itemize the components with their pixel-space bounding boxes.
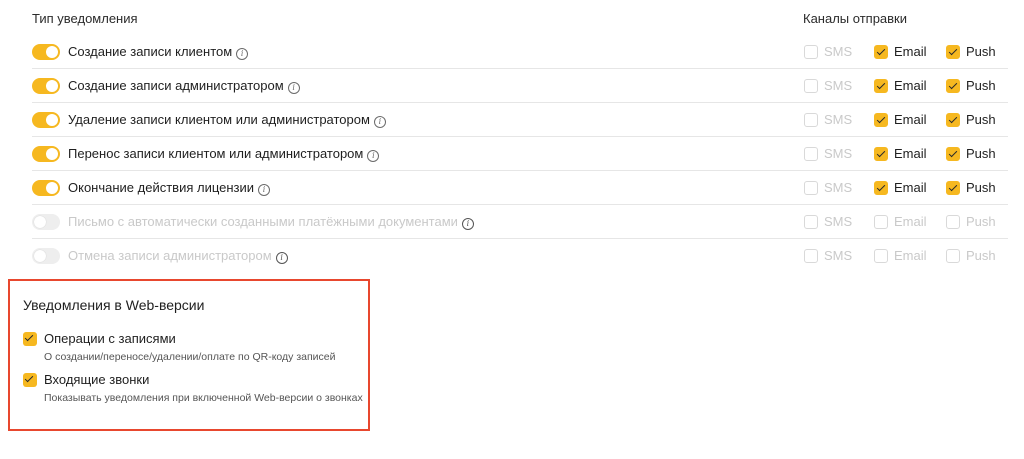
notification-row: Отмена записи администратором i SMS Email…	[32, 239, 1008, 273]
toggle-knob	[34, 216, 46, 228]
push-label: Push	[966, 44, 996, 59]
checkbox-box	[946, 215, 960, 229]
push-label: Push	[966, 112, 996, 127]
notification-row: Удаление записи клиентом или администрат…	[32, 103, 1008, 137]
web-notifications-section: Уведомления в Web-версии Операции с запи…	[8, 279, 370, 431]
notification-label: Окончание действия лицензии i	[68, 180, 271, 196]
info-icon[interactable]: i	[367, 150, 380, 162]
push-label: Push	[966, 146, 996, 161]
toggle-switch[interactable]	[32, 146, 60, 162]
checkbox-box	[946, 249, 960, 263]
notification-label-text: Отмена записи администратором	[68, 248, 272, 263]
toggle-switch[interactable]	[32, 44, 60, 60]
toggle-knob	[46, 80, 58, 92]
checkbox-box[interactable]	[23, 373, 37, 387]
push-label: Push	[966, 214, 996, 229]
toggle-knob	[46, 114, 58, 126]
sms-label: SMS	[824, 78, 853, 93]
checkbox-box	[804, 215, 818, 229]
info-icon[interactable]: i	[236, 48, 249, 60]
checkbox-box	[874, 147, 888, 161]
info-icon[interactable]: i	[258, 184, 271, 196]
checkbox-box	[946, 181, 960, 195]
toggle-knob	[46, 148, 58, 160]
notification-row: Создание записи администратором i SMS Ema…	[32, 69, 1008, 103]
notification-row: Письмо с автоматически созданными платёж…	[32, 205, 1008, 239]
toggle-switch[interactable]	[32, 214, 60, 230]
sms-label: SMS	[824, 112, 853, 127]
notification-label: Отмена записи администратором i	[68, 248, 288, 264]
notification-label-text: Окончание действия лицензии	[68, 180, 255, 195]
checkbox-box	[946, 79, 960, 93]
checkbox-box	[946, 45, 960, 59]
checkbox-box	[874, 113, 888, 127]
sms-label: SMS	[824, 214, 853, 229]
checkbox-box	[946, 147, 960, 161]
checkbox-box	[874, 181, 888, 195]
checkbox-box	[804, 113, 818, 127]
checkbox-box[interactable]	[23, 332, 37, 346]
info-icon[interactable]: i	[373, 116, 386, 128]
toggle-switch[interactable]	[32, 248, 60, 264]
web-option-label: Операции с записями	[44, 331, 176, 346]
checkbox-box	[874, 215, 888, 229]
sms-label: SMS	[824, 248, 853, 263]
toggle-knob	[46, 46, 58, 58]
sms-label: SMS	[824, 44, 853, 59]
toggle-knob	[46, 182, 58, 194]
notification-label-text: Письмо с автоматически созданными платёж…	[68, 214, 458, 229]
checkbox-box	[946, 113, 960, 127]
email-label: Email	[894, 146, 927, 161]
checkbox-box	[874, 249, 888, 263]
push-label: Push	[966, 248, 996, 263]
checkbox-box	[874, 45, 888, 59]
checkbox-box	[804, 147, 818, 161]
notification-row: Создание записи клиентом i SMS Email Push	[32, 35, 1008, 69]
notification-row: Перенос записи клиентом или администрато…	[32, 137, 1008, 171]
email-label: Email	[894, 180, 927, 195]
sms-label: SMS	[824, 146, 853, 161]
notification-label: Создание записи клиентом i	[68, 44, 249, 60]
toggle-switch[interactable]	[32, 78, 60, 94]
web-option-label: Входящие звонки	[44, 372, 150, 387]
checkbox-box	[804, 249, 818, 263]
toggle-switch[interactable]	[32, 180, 60, 196]
checkbox-box	[874, 79, 888, 93]
notification-label-text: Создание записи клиентом	[68, 44, 233, 59]
notification-label-text: Перенос записи клиентом или администрато…	[68, 146, 364, 161]
notification-label-text: Создание записи администратором	[68, 78, 284, 93]
notification-label: Перенос записи клиентом или администрато…	[68, 146, 380, 162]
channels-header: Каналы отправки	[803, 11, 908, 26]
web-section-title: Уведомления в Web-версии	[23, 297, 205, 313]
email-label: Email	[894, 248, 927, 263]
notification-label: Создание записи администратором i	[68, 78, 300, 94]
push-label: Push	[966, 78, 996, 93]
info-icon[interactable]: i	[275, 252, 288, 264]
email-label: Email	[894, 112, 927, 127]
toggle-knob	[34, 250, 46, 262]
email-label: Email	[894, 214, 927, 229]
info-icon[interactable]: i	[461, 218, 474, 230]
notification-label: Письмо с автоматически созданными платёж…	[68, 214, 474, 230]
notification-row: Окончание действия лицензии i SMS Email P…	[32, 171, 1008, 205]
notification-label: Удаление записи клиентом или администрат…	[68, 112, 386, 128]
info-icon[interactable]: i	[287, 82, 300, 94]
email-label: Email	[894, 44, 927, 59]
notification-type-header: Тип уведомления	[32, 11, 138, 26]
toggle-switch[interactable]	[32, 112, 60, 128]
notification-label-text: Удаление записи клиентом или администрат…	[68, 112, 370, 127]
checkbox-box	[804, 45, 818, 59]
email-label: Email	[894, 78, 927, 93]
sms-label: SMS	[824, 180, 853, 195]
checkbox-box	[804, 181, 818, 195]
web-option-description: Показывать уведомления при включенной We…	[44, 392, 363, 404]
web-option-description: О создании/переносе/удалении/оплате по Q…	[44, 351, 336, 363]
checkbox-box	[804, 79, 818, 93]
push-label: Push	[966, 180, 996, 195]
